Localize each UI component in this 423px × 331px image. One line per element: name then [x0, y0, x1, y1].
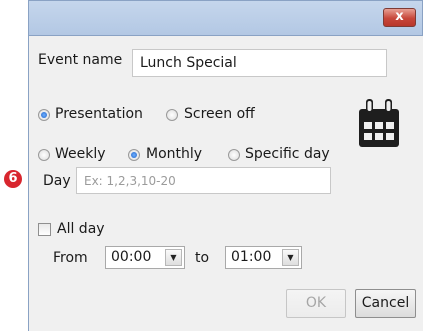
- event-name-input[interactable]: Lunch Special: [132, 49, 387, 77]
- radio-screen-off-label: Screen off: [184, 106, 255, 122]
- radio-screen-off-indicator[interactable]: [166, 109, 178, 121]
- radio-weekly-indicator[interactable]: [38, 149, 50, 161]
- to-label: to: [195, 250, 210, 266]
- radio-weekly-label: Weekly: [55, 146, 106, 162]
- callout-badge: 6: [4, 170, 22, 188]
- day-label: Day: [43, 173, 71, 189]
- radio-monthly-indicator[interactable]: [128, 149, 140, 161]
- chevron-down-icon[interactable]: ▼: [282, 249, 299, 266]
- to-time-value: 01:00: [231, 249, 272, 265]
- radio-presentation-label: Presentation: [55, 106, 143, 122]
- event-name-label: Event name: [38, 52, 123, 68]
- radio-presentation-indicator[interactable]: [38, 109, 50, 121]
- to-time-select[interactable]: 01:00 ▼: [225, 246, 302, 269]
- all-day-label: All day: [57, 221, 105, 237]
- radio-specific-day-label: Specific day: [245, 146, 330, 162]
- close-button[interactable]: x: [383, 8, 416, 27]
- day-input[interactable]: Ex: 1,2,3,10-20: [76, 167, 331, 194]
- cancel-button[interactable]: Cancel: [355, 289, 416, 318]
- radio-monthly-label: Monthly: [146, 146, 203, 162]
- chevron-down-icon[interactable]: ▼: [165, 249, 182, 266]
- calendar-icon: [357, 97, 401, 149]
- close-icon: x: [395, 9, 404, 24]
- title-bar: x: [28, 0, 423, 36]
- ok-button[interactable]: OK: [286, 289, 346, 318]
- all-day-checkbox[interactable]: [38, 223, 51, 236]
- radio-specific-day-indicator[interactable]: [228, 149, 240, 161]
- from-time-select[interactable]: 00:00 ▼: [105, 246, 185, 269]
- from-time-value: 00:00: [111, 249, 152, 265]
- from-label: From: [53, 250, 88, 266]
